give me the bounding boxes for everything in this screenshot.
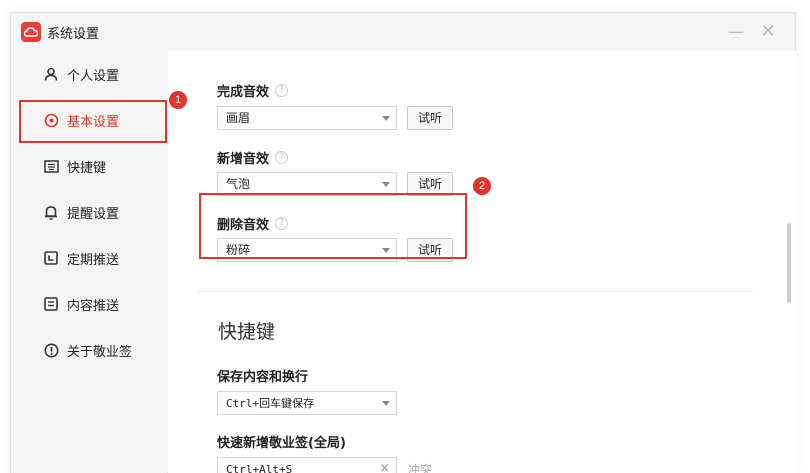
complete-sound-test-button[interactable]: 试听 xyxy=(407,106,453,130)
help-icon[interactable]: ? xyxy=(275,84,289,97)
sidebar-item-personal[interactable]: 个人设置 xyxy=(11,51,167,97)
sidebar-item-about[interactable]: 关于敬业签 xyxy=(11,327,167,373)
section-divider xyxy=(198,291,753,292)
sidebar-item-basic[interactable]: 基本设置 xyxy=(11,97,167,143)
target-icon xyxy=(43,112,59,128)
save-shortcut-select[interactable]: Ctrl+回车键保存 xyxy=(217,391,397,415)
clear-icon[interactable]: × xyxy=(379,460,390,473)
document-icon xyxy=(43,296,59,312)
quick-add-shortcut-label: 快速新增敬业签(全局) xyxy=(217,432,346,451)
calendar-icon xyxy=(43,250,59,266)
settings-content: 完成音效 ? 画眉 试听 新增音效 ? 气泡 试听 删除音效 ? 粉碎 试听 快… xyxy=(168,51,797,473)
conflict-status: 冲突 xyxy=(408,463,433,473)
help-icon[interactable]: ? xyxy=(275,217,289,230)
chevron-down-icon xyxy=(382,182,390,187)
delete-sound-value: 粉碎 xyxy=(226,243,251,257)
sidebar-item-label: 个人设置 xyxy=(67,68,120,84)
chevron-down-icon xyxy=(382,116,390,121)
delete-sound-label: 删除音效 ? xyxy=(217,214,289,233)
sidebar-item-label: 定期推送 xyxy=(67,252,120,268)
new-sound-select[interactable]: 气泡 xyxy=(217,172,397,196)
sidebar-item-label: 提醒设置 xyxy=(67,206,120,222)
new-sound-label-text: 新增音效 xyxy=(217,152,270,167)
window-title: 系统设置 xyxy=(47,26,100,42)
help-icon[interactable]: ? xyxy=(275,151,289,164)
quick-add-shortcut-label-text: 快速新增敬业签(全局) xyxy=(217,436,346,451)
chevron-down-icon xyxy=(382,248,390,253)
minimize-button[interactable]: — xyxy=(727,23,745,41)
complete-sound-select[interactable]: 画眉 xyxy=(217,106,397,130)
delete-sound-test-button[interactable]: 试听 xyxy=(407,238,453,262)
shortcuts-section-title: 快捷键 xyxy=(218,321,276,343)
close-button[interactable]: ✕ xyxy=(759,23,777,41)
delete-sound-label-text: 删除音效 xyxy=(217,218,270,233)
info-icon xyxy=(43,342,59,358)
sidebar-item-label: 快捷键 xyxy=(67,160,107,176)
cloud-icon xyxy=(21,22,41,42)
sidebar-item-scheduled-push[interactable]: 定期推送 xyxy=(11,235,167,281)
save-shortcut-label: 保存内容和换行 xyxy=(217,366,308,385)
sidebar-item-content-push[interactable]: 内容推送 xyxy=(11,281,167,327)
sidebar: 个人设置 基本设置 快捷键 提醒设置 定期推送 内容推送 关于敬业签 xyxy=(11,51,167,473)
new-sound-test-button[interactable]: 试听 xyxy=(407,172,453,196)
annotation-badge-2: 2 xyxy=(473,177,491,195)
sidebar-item-label: 基本设置 xyxy=(67,114,120,130)
annotation-badge-1: 1 xyxy=(169,91,187,109)
save-shortcut-label-text: 保存内容和换行 xyxy=(217,370,309,385)
sidebar-item-shortcuts[interactable]: 快捷键 xyxy=(11,143,167,189)
quick-add-shortcut-input[interactable]: Ctrl+Alt+S × xyxy=(217,457,397,473)
save-shortcut-value: Ctrl+回车键保存 xyxy=(226,397,315,410)
delete-sound-select[interactable]: 粉碎 xyxy=(217,238,397,262)
user-icon xyxy=(43,66,59,82)
bell-icon xyxy=(43,204,59,220)
keyboard-icon xyxy=(43,158,59,174)
sidebar-item-label: 内容推送 xyxy=(67,298,120,314)
sidebar-item-reminders[interactable]: 提醒设置 xyxy=(11,189,167,235)
title-bar: 系统设置 — ✕ xyxy=(11,13,795,51)
new-sound-value: 气泡 xyxy=(226,177,251,191)
complete-sound-value: 画眉 xyxy=(226,111,251,125)
scrollbar-thumb[interactable] xyxy=(787,223,791,303)
chevron-down-icon xyxy=(382,401,390,406)
settings-window: 系统设置 — ✕ 个人设置 基本设置 快捷键 提醒设置 定期推送 内容推送 关于… xyxy=(10,12,797,473)
complete-sound-label-text: 完成音效 xyxy=(217,85,270,100)
sidebar-item-label: 关于敬业签 xyxy=(67,344,133,360)
quick-add-shortcut-value: Ctrl+Alt+S xyxy=(226,463,293,473)
new-sound-label: 新增音效 ? xyxy=(217,148,289,167)
complete-sound-label: 完成音效 ? xyxy=(217,81,289,100)
